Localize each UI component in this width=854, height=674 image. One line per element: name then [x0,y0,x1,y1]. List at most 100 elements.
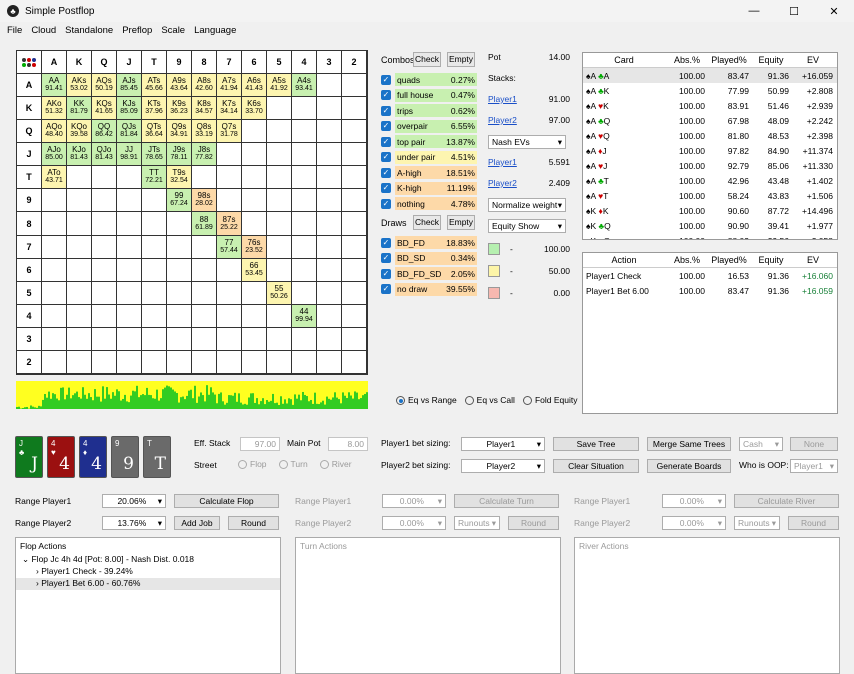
grid-cell[interactable]: A4s 93.41 [292,74,317,98]
grid-cell[interactable] [242,281,267,305]
grid-cell[interactable] [342,327,367,351]
grid-cell[interactable]: Q9s 34.91 [167,120,192,144]
grid-cell[interactable] [292,258,317,282]
grid-cell[interactable] [92,327,117,351]
table-row[interactable]: ♠A ♦J 100.00 97.82 84.90 +11.374 [583,143,837,158]
grid-cell[interactable] [342,74,367,98]
grid-cell[interactable]: J9s 78.11 [167,143,192,167]
normalize-dropdown[interactable]: Normalize weight ▾ [488,198,566,212]
grid-cell[interactable] [267,166,292,190]
grid-cell[interactable] [142,304,167,328]
table-row[interactable]: Player1 Bet 6.00 100.00 83.47 91.36 +16.059 [583,283,837,298]
grid-cell[interactable] [42,327,67,351]
grid-cell[interactable]: AKo 51.32 [42,97,67,121]
grid-cell[interactable] [217,258,242,282]
combos-empty-button[interactable]: Empty [447,52,475,67]
combos-row[interactable]: ✓ top pair 13.87% [381,134,477,149]
checkbox-icon[interactable]: ✓ [381,237,391,248]
grid-cell[interactable] [167,281,192,305]
grid-cell[interactable] [92,281,117,305]
grid-cell[interactable] [242,189,267,213]
board-card[interactable]: 4 ♦ 4 [79,436,107,478]
river-range-player2-field[interactable]: 0.00% ▾ [662,516,726,530]
river-runouts-dropdown[interactable]: Runouts ▾ [734,516,780,530]
grid-cell[interactable]: K7s 34.14 [217,97,242,121]
grid-cell[interactable] [167,212,192,236]
grid-cell[interactable]: AKs 53.02 [67,74,92,98]
grid-cell[interactable]: T9s 32.54 [167,166,192,190]
grid-cell[interactable] [117,166,142,190]
grid-cell[interactable] [267,120,292,144]
column-header[interactable]: Played% [709,55,753,65]
grid-cell[interactable] [342,120,367,144]
grid-cell[interactable] [342,258,367,282]
grid-cell[interactable] [267,350,292,374]
grid-cell[interactable] [92,350,117,374]
turn-round-button[interactable]: Round [508,516,559,530]
calculate-river-button[interactable]: Calculate River [734,494,839,508]
close-button[interactable]: ✕ [814,0,854,22]
grid-cell[interactable] [142,212,167,236]
board-card[interactable]: J ♣ J [15,436,43,478]
turn-runouts-dropdown[interactable]: Runouts ▾ [454,516,500,530]
fold-equity-radio[interactable]: Fold Equity [522,395,577,406]
grid-cell[interactable]: 76s 23.52 [242,235,267,259]
grid-cell[interactable] [167,258,192,282]
grid-cell[interactable] [267,304,292,328]
board-card[interactable]: 4 ♥ 4 [47,436,75,478]
draws-row[interactable]: ✓ BD_FD_SD 2.05% [381,266,477,281]
grid-cell[interactable] [192,350,217,374]
grid-cell[interactable] [217,350,242,374]
grid-cell[interactable]: 66 53.45 [242,258,267,282]
player2-ev-link[interactable]: Player2 [488,178,517,192]
grid-cell[interactable] [342,212,367,236]
table-row[interactable]: ♠A ♣A 100.00 83.47 91.36 +16.059 [583,68,837,83]
grid-cell[interactable] [142,258,167,282]
action-table[interactable]: Action Abs.% Played% Equity EV Player1 Check… [582,252,838,414]
legend-swatch[interactable] [488,265,500,277]
grid-cell[interactable] [192,327,217,351]
grid-cell[interactable] [217,143,242,167]
grid-cell[interactable] [67,166,92,190]
combos-row[interactable]: ✓ nothing 4.78% [381,196,477,211]
eq-vs-call-radio[interactable]: Eq vs Call [464,395,515,406]
grid-cell[interactable]: AJo 85.00 [42,143,67,167]
grid-cell[interactable]: A9s 43.64 [167,74,192,98]
grid-cell[interactable]: QJo 81.43 [92,143,117,167]
grid-cell[interactable]: J8s 77.82 [192,143,217,167]
grid-cell[interactable] [317,212,342,236]
grid-cell[interactable] [317,120,342,144]
grid-cell[interactable] [292,327,317,351]
grid-cell[interactable]: AQo 48.40 [42,120,67,144]
grid-cell[interactable] [92,212,117,236]
grid-cell[interactable]: K9s 36.23 [167,97,192,121]
grid-cell[interactable] [192,166,217,190]
eq-vs-range-radio[interactable]: Eq vs Range [396,395,457,406]
river-range-player1-field[interactable]: 0.00% ▾ [662,494,726,508]
grid-cell[interactable] [92,258,117,282]
grid-cell[interactable] [142,235,167,259]
cash-dropdown[interactable]: Cash ▾ [739,437,783,451]
grid-cell[interactable] [42,212,67,236]
grid-cell[interactable] [317,143,342,167]
grid-cell[interactable]: KQs 41.65 [92,97,117,121]
river-round-button[interactable]: Round [788,516,839,530]
grid-cell[interactable]: A8s 42.60 [192,74,217,98]
grid-cell[interactable]: 88 61.89 [192,212,217,236]
none-button[interactable]: None [790,437,838,451]
grid-cell[interactable] [42,304,67,328]
generate-boards-button[interactable]: Generate Boards [647,459,731,473]
clear-situation-button[interactable]: Clear Situation [553,459,639,473]
grid-cell[interactable] [292,189,317,213]
main-pot-field[interactable]: 8.00 [328,437,368,451]
grid-cell[interactable] [117,350,142,374]
grid-cell[interactable] [117,281,142,305]
grid-cell[interactable] [342,304,367,328]
grid-cell[interactable]: 44 99.94 [292,304,317,328]
combos-row[interactable]: ✓ A-high 18.51% [381,165,477,180]
grid-cell[interactable] [67,189,92,213]
flop-actions-panel[interactable]: Flop Actions ⌄ Flop Jc 4h 4d [Pot: 8.00]… [15,537,281,674]
grid-cell[interactable]: K6s 33.70 [242,97,267,121]
menu-preflop[interactable]: Preflop [122,25,152,36]
combos-row[interactable]: ✓ full house 0.47% [381,88,477,103]
